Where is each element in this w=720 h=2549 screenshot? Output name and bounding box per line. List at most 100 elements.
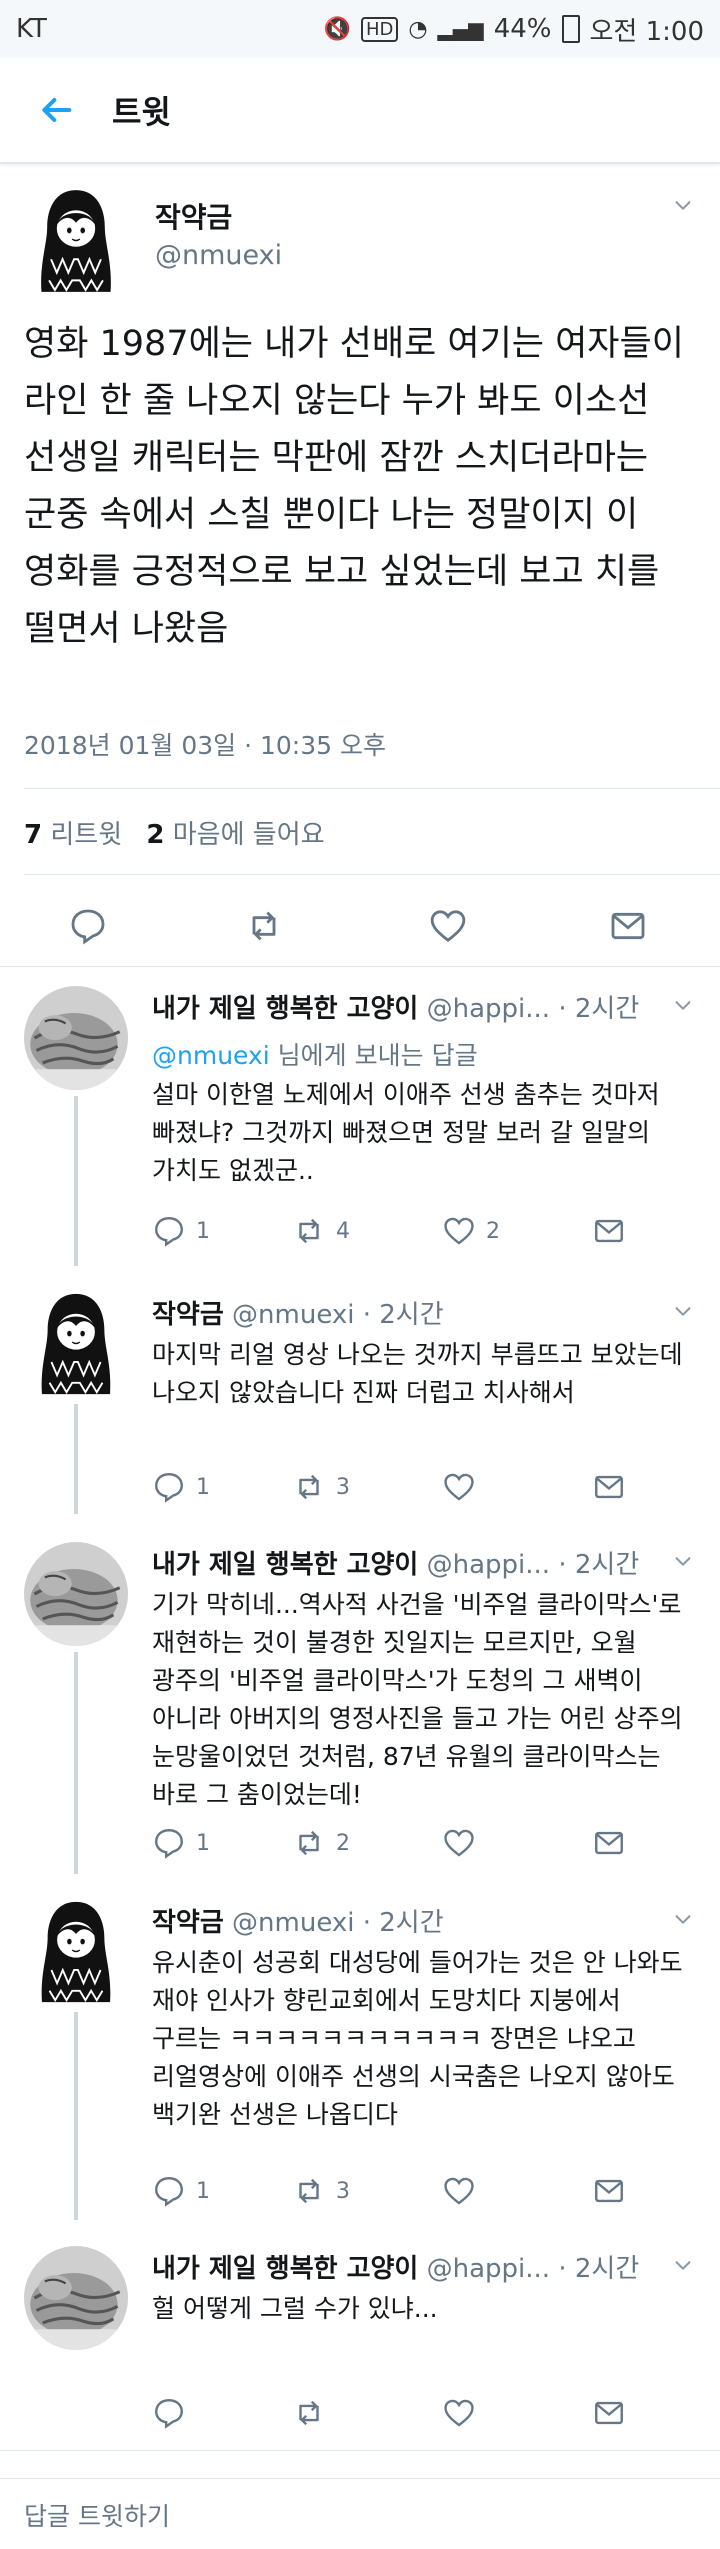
reply-input-placeholder[interactable]: 답글 트윗하기 bbox=[24, 2497, 170, 2533]
tweet-actions bbox=[0, 886, 720, 966]
reply-time: · 2시간 bbox=[362, 1908, 444, 1938]
reply-icon[interactable] bbox=[68, 906, 108, 946]
reply-text: 설마 이한열 노제에서 이애주 선생 춤추는 것마저 빠졌냐? 그것까지 빠졌으… bbox=[152, 1080, 668, 1185]
retweet-button[interactable]: 2 bbox=[292, 1826, 350, 1860]
like-button[interactable] bbox=[442, 1470, 486, 1504]
message-button[interactable] bbox=[592, 1470, 626, 1504]
avatar[interactable] bbox=[24, 986, 128, 1090]
reply-button[interactable]: 1 bbox=[152, 1470, 210, 1504]
replying-to: @nmuexi 님에게 보내는 답글 bbox=[152, 1036, 478, 1072]
avatar[interactable] bbox=[24, 2246, 128, 2350]
tweet-timestamp: 2018년 01월 03일 · 10:35 오후 bbox=[24, 731, 386, 760]
author-name[interactable]: 내가 제일 행복한 고양이 bbox=[152, 2254, 418, 2284]
divider bbox=[24, 788, 720, 789]
chevron-down-icon[interactable] bbox=[672, 1550, 694, 1572]
message-icon bbox=[592, 2396, 626, 2430]
reply-header: 내가 제일 행복한 고양이 @happi... · 2시간 bbox=[152, 988, 639, 1025]
author-name[interactable]: 내가 제일 행복한 고양이 bbox=[152, 1550, 418, 1580]
author-name[interactable]: 작약금 bbox=[152, 1908, 224, 1938]
hd-indicator: HD bbox=[360, 16, 399, 42]
reply-icon bbox=[152, 2174, 186, 2208]
page-title: 트윗 bbox=[112, 93, 171, 131]
reply-header: 작약금 @nmuexi · 2시간 bbox=[152, 1294, 444, 1331]
message-button[interactable] bbox=[592, 1826, 626, 1860]
thread-line bbox=[74, 1652, 78, 1874]
reply-actions: 1 2 bbox=[152, 1826, 672, 1866]
message-button[interactable] bbox=[592, 2396, 626, 2430]
avatar[interactable] bbox=[24, 1900, 128, 2004]
retweet-count[interactable]: 7 bbox=[24, 820, 42, 850]
like-button[interactable] bbox=[442, 2396, 486, 2430]
author-handle[interactable]: @happi... bbox=[427, 994, 550, 1024]
clock: 오전 1:00 bbox=[589, 16, 705, 47]
reply-button[interactable]: 1 bbox=[152, 1826, 210, 1860]
retweet-button[interactable]: 3 bbox=[292, 1470, 350, 1504]
retweet-button[interactable] bbox=[292, 2396, 336, 2430]
chevron-down-icon[interactable] bbox=[672, 1908, 694, 1930]
retweet-button[interactable]: 4 bbox=[292, 1214, 350, 1248]
reply-count: 1 bbox=[196, 1218, 210, 1244]
message-icon[interactable] bbox=[608, 906, 648, 946]
battery-level: 44% bbox=[493, 14, 552, 44]
app-bar: 트윗 bbox=[0, 58, 720, 164]
reply-time: · 2시간 bbox=[362, 1300, 444, 1330]
retweet-icon bbox=[292, 1214, 326, 1248]
reply-tweet[interactable]: 내가 제일 행복한 고양이 @happi... · 2시간 헐 어떻게 그럴 수… bbox=[0, 2230, 720, 2451]
reply-icon bbox=[152, 1214, 186, 1248]
retweet-count: 3 bbox=[336, 2178, 350, 2204]
retweet-icon bbox=[292, 2174, 326, 2208]
author-handle[interactable]: @nmuexi bbox=[155, 240, 282, 271]
author-name[interactable]: 작약금 bbox=[155, 196, 232, 236]
message-button[interactable] bbox=[592, 1214, 626, 1248]
reply-time: · 2시간 bbox=[558, 2254, 640, 2284]
reply-header: 작약금 @nmuexi · 2시간 bbox=[152, 1902, 444, 1939]
reply-tweet[interactable]: 내가 제일 행복한 고양이 @happi... · 2시간 @nmuexi 님에… bbox=[0, 970, 720, 1276]
thread-line bbox=[74, 1096, 78, 1266]
reply-time: · 2시간 bbox=[558, 1550, 640, 1580]
author-handle[interactable]: @nmuexi bbox=[232, 1300, 354, 1330]
like-count[interactable]: 2 bbox=[146, 820, 164, 850]
retweet-count: 3 bbox=[336, 1474, 350, 1500]
reply-text: 유시춘이 성공회 대성당에 들어가는 것은 안 나와도 재야 인사가 향린교회에… bbox=[152, 1948, 691, 2129]
reply-button[interactable]: 1 bbox=[152, 2174, 210, 2208]
retweet-label[interactable]: 리트윗 bbox=[50, 820, 122, 850]
chevron-down-icon[interactable] bbox=[672, 994, 694, 1016]
reply-text: 헐 어떻게 그럴 수가 있냐... bbox=[152, 2294, 438, 2323]
message-button[interactable] bbox=[592, 2174, 626, 2208]
like-button[interactable]: 2 bbox=[442, 1214, 500, 1248]
back-button[interactable] bbox=[0, 57, 112, 163]
author-name[interactable]: 내가 제일 행복한 고양이 bbox=[152, 994, 418, 1024]
reply-tweet[interactable]: 작약금 @nmuexi · 2시간 마지막 리얼 영상 나오는 것까지 부릅뜨고… bbox=[0, 1276, 720, 1526]
mute-icon: 🔇 bbox=[323, 16, 351, 42]
carrier: KT bbox=[16, 14, 47, 44]
reply-count: 1 bbox=[196, 1830, 210, 1856]
chevron-down-icon[interactable] bbox=[672, 194, 694, 216]
retweet-icon bbox=[292, 1470, 326, 1504]
reply-icon bbox=[152, 1826, 186, 1860]
avatar[interactable] bbox=[28, 188, 124, 294]
reply-tweet[interactable]: 작약금 @nmuexi · 2시간 유시춘이 성공회 대성당에 들어가는 것은 … bbox=[0, 1884, 720, 2230]
reply-button[interactable] bbox=[152, 2396, 196, 2430]
like-button[interactable] bbox=[442, 2174, 486, 2208]
like-count: 2 bbox=[486, 1218, 500, 1244]
author-name[interactable]: 작약금 bbox=[152, 1300, 224, 1330]
status-bar: KT 🔇 HD ◔ ▂▄▆ 44% 오전 1:00 bbox=[0, 0, 720, 58]
author-handle[interactable]: @nmuexi bbox=[232, 1908, 354, 1938]
like-icon bbox=[442, 1826, 476, 1860]
like-label[interactable]: 마음에 들어요 bbox=[173, 820, 325, 850]
author-handle[interactable]: @happi... bbox=[427, 1550, 550, 1580]
reply-button[interactable]: 1 bbox=[152, 1214, 210, 1248]
retweet-button[interactable]: 3 bbox=[292, 2174, 350, 2208]
reply-composer[interactable]: 답글 트윗하기 bbox=[0, 2478, 720, 2549]
message-icon bbox=[592, 1470, 626, 1504]
like-icon[interactable] bbox=[428, 906, 468, 946]
avatar[interactable] bbox=[24, 1542, 128, 1646]
author-handle[interactable]: @happi... bbox=[427, 2254, 550, 2284]
chevron-down-icon[interactable] bbox=[672, 1300, 694, 1322]
chevron-down-icon[interactable] bbox=[672, 2254, 694, 2276]
avatar[interactable] bbox=[24, 1292, 128, 1396]
mention-link[interactable]: @nmuexi bbox=[152, 1041, 270, 1070]
reply-tweet[interactable]: 내가 제일 행복한 고양이 @happi... · 2시간 기가 막히네...역… bbox=[0, 1526, 720, 1884]
retweet-icon[interactable] bbox=[244, 906, 284, 946]
like-button[interactable] bbox=[442, 1826, 486, 1860]
